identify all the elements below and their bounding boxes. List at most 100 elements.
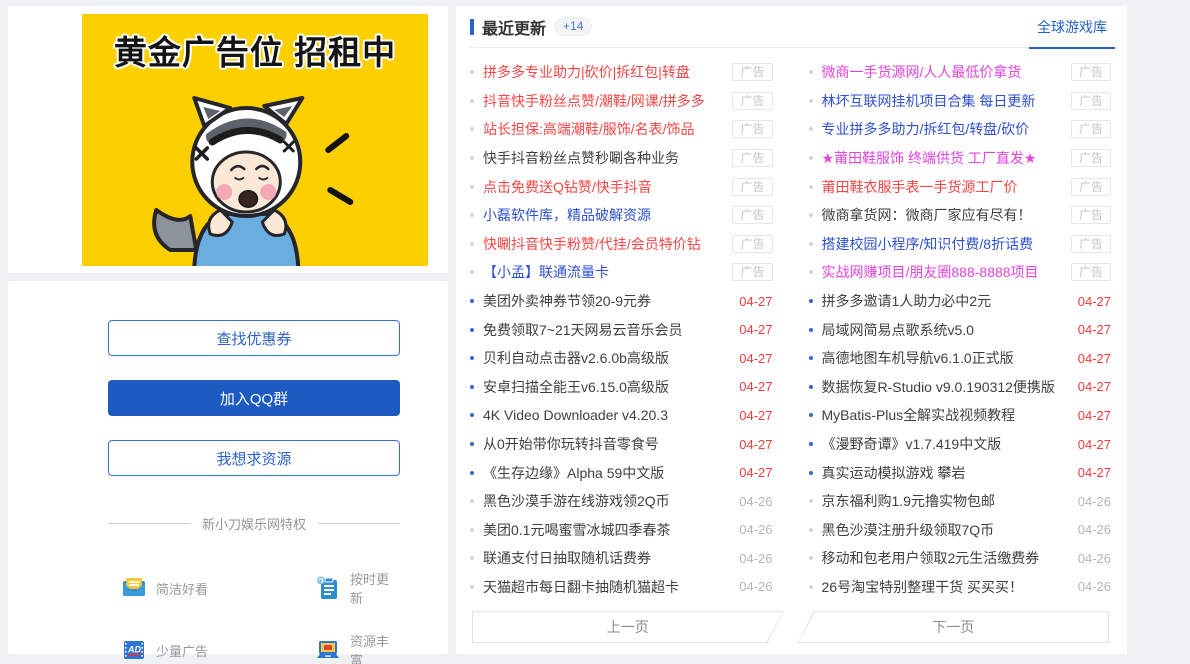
tab-global-game-library[interactable]: 全球游戏库 [1033,6,1111,48]
date-label: 04-27 [1078,465,1111,480]
list-item-link[interactable]: MyBatis-Plus全解实战视频教程 [822,405,1070,425]
list-item: 26号淘宝特别整理干货 买买买！ 04-26 [809,573,1112,602]
join-qq-group-button[interactable]: 加入QQ群 [108,380,400,416]
list-item: 快手抖音粉丝点赞秒唰各种业务 广告 [470,144,773,173]
list-item-link[interactable]: 实战网赚项目/朋友圈888-8888项目 [822,262,1063,282]
list-item-link[interactable]: 美团外卖神券节领20-9元券 [483,291,731,311]
list-item-link[interactable]: 莆田鞋衣服手表一手货源工厂价 [822,177,1063,197]
list-item-link[interactable]: 贝利自动点击器v2.6.0b高级版 [483,348,731,368]
list-item: 美团0.1元喝蜜雪冰城四季春茶 04-26 [470,516,773,545]
list-item-link[interactable]: 联通支付日抽取随机话费券 [483,548,731,568]
list-item-link[interactable]: 【小孟】联通流量卡 [483,262,724,282]
list-item: 《生存边缘》Alpha 59中文版 04-27 [470,458,773,487]
prev-page-button[interactable]: 上一页 [472,611,784,643]
list-item-link[interactable]: 搭建校园小程序/知识付费/8折话费 [822,234,1063,254]
bullet-icon [470,413,474,417]
bullet-icon [809,99,813,103]
list-item-link[interactable]: 从0开始带你玩转抖音零食号 [483,434,731,454]
list-item-link[interactable]: 美团0.1元喝蜜雪冰城四季春茶 [483,520,731,540]
list-item-link[interactable]: ★莆田鞋服饰 终端供货 工厂直发★ [822,148,1063,168]
bullet-icon [470,99,474,103]
list-item-link[interactable]: 《生存边缘》Alpha 59中文版 [483,463,731,483]
feature-label: 简洁好看 [156,579,208,598]
list-item-link[interactable]: 抖音快手粉丝点赞/潮鞋/网课/拼多多 [483,91,724,111]
list-item: 莆田鞋衣服手表一手货源工厂价 广告 [809,172,1112,201]
list-item-link[interactable]: 专业拼多多助力/拆红包/转盘/砍价 [822,119,1063,139]
list-item-link[interactable]: 小磊软件库，精品破解资源 [483,205,724,225]
list-item: MyBatis-Plus全解实战视频教程 04-27 [809,401,1112,430]
updates-lists: 拼多多专业助力|砍价|拆红包|转盘 广告 抖音快手粉丝点赞/潮鞋/网课/拼多多 … [470,58,1111,601]
list-item-link[interactable]: 快唰抖音快手粉赞/代挂/会员特价钻 [483,234,724,254]
list-item: 快唰抖音快手粉赞/代挂/会员特价钻 广告 [470,230,773,259]
list-item-link[interactable]: 安卓扫描全能王v6.15.0高级版 [483,377,731,397]
list-item-link[interactable]: 《漫野奇谭》v1.7.419中文版 [822,434,1070,454]
date-label: 04-27 [1078,379,1111,394]
ad-badge: 广告 [1071,120,1111,138]
list-item-link[interactable]: 26号淘宝特别整理干货 买买买！ [822,577,1070,597]
bullet-icon [470,556,474,560]
date-label: 04-26 [739,494,772,509]
list-item: 黑色沙漠手游在线游戏领2Q币 04-26 [470,487,773,516]
section-title: 最近更新 [482,15,546,39]
list-item-link[interactable]: 京东福利购1.9元撸实物包邮 [822,491,1070,511]
list-item-link[interactable]: 拼多多专业助力|砍价|拆红包|转盘 [483,62,724,82]
list-item: 点击免费送Q钻赞/快手抖音 广告 [470,172,773,201]
banner-card: 黄金广告位 招租中 [8,6,448,273]
new-count-badge: +14 [554,17,592,36]
list-item-link[interactable]: 真实运动模拟游戏 攀岩 [822,463,1070,483]
find-coupons-button[interactable]: 查找优惠券 [108,320,400,356]
divider-line [318,523,400,524]
list-item-link[interactable]: 黑色沙漠注册升级领取7Q币 [822,520,1070,540]
bullet-icon [470,585,474,589]
ad-badge: 广告 [1071,63,1111,81]
list-item-link[interactable]: 微商一手货源网/人人最低价拿货 [822,62,1063,82]
list-item: 微商一手货源网/人人最低价拿货 广告 [809,58,1112,87]
list-item: 拼多多专业助力|砍价|拆红包|转盘 广告 [470,58,773,87]
ad-badge: 广告 [1071,178,1111,196]
list-item: 移动和包老用户领取2元生活缴费券 04-26 [809,544,1112,573]
list-item-link[interactable]: 拼多多邀请1人助力必中2元 [822,291,1070,311]
date-label: 04-26 [739,579,772,594]
list-item: 林坏互联网挂机项目合集 每日更新 广告 [809,87,1112,116]
updates-list-right: 微商一手货源网/人人最低价拿货 广告 林坏互联网挂机项目合集 每日更新 广告 专… [809,58,1112,601]
bullet-icon [470,499,474,503]
list-item: 4K Video Downloader v4.20.3 04-27 [470,401,773,430]
list-item: 《漫野奇谭》v1.7.419中文版 04-27 [809,430,1112,459]
list-item-link[interactable]: 移动和包老用户领取2元生活缴费券 [822,548,1070,568]
list-item: ★莆田鞋服饰 终端供货 工厂直发★ 广告 [809,144,1112,173]
list-item-link[interactable]: 4K Video Downloader v4.20.3 [483,407,731,423]
feature-item-rich-resources: 资源丰富 [316,631,400,664]
feature-grid: 简洁好看 按时更新 [122,569,400,664]
list-item-link[interactable]: 高德地图车机导航v6.1.0正式版 [822,348,1070,368]
bullet-icon [470,328,474,332]
list-item-link[interactable]: 天猫超市每日翻卡抽随机猫超卡 [483,577,731,597]
date-label: 04-27 [1078,437,1111,452]
feature-label: 资源丰富 [350,631,400,664]
date-label: 04-26 [739,522,772,537]
list-item-link[interactable]: 数据恢复R-Studio v9.0.190312便携版 [822,377,1070,397]
list-item-link[interactable]: 免费领取7~21天网易云音乐会员 [483,320,731,340]
feature-item-updates: 按时更新 [316,569,400,607]
list-item-link[interactable]: 黑色沙漠手游在线游戏领2Q币 [483,491,731,511]
next-page-button[interactable]: 下一页 [798,611,1110,643]
date-label: 04-26 [1078,494,1111,509]
ad-banner[interactable]: 黄金广告位 招租中 [82,14,428,266]
bullet-icon [809,413,813,417]
list-item: 【小孟】联通流量卡 广告 [470,258,773,287]
recent-updates-panel: 最近更新 +14 全球游戏库 拼多多专业助力|砍价|拆红包|转盘 广告 抖音快手… [456,6,1127,654]
ad-badge: 广告 [732,263,772,281]
bullet-icon [809,556,813,560]
list-item-link[interactable]: 快手抖音粉丝点赞秒唰各种业务 [483,148,724,168]
ad-badge: 广告 [732,120,772,138]
ad-badge: 广告 [732,149,772,167]
list-item-link[interactable]: 站长担保:高端潮鞋/服饰/名表/饰品 [483,119,724,139]
list-item-link[interactable]: 点击免费送Q钻赞/快手抖音 [483,177,724,197]
list-item-link[interactable]: 局域网简易点歌系统v5.0 [822,320,1070,340]
pagination: 上一页 下一页 [470,611,1111,643]
bullet-icon [809,385,813,389]
list-item-link[interactable]: 微商拿货网：微商厂家应有尽有！ [822,205,1063,225]
date-label: 04-27 [739,465,772,480]
list-item-link[interactable]: 林坏互联网挂机项目合集 每日更新 [822,91,1063,111]
request-resources-button[interactable]: 我想求资源 [108,440,400,476]
date-label: 04-27 [739,351,772,366]
